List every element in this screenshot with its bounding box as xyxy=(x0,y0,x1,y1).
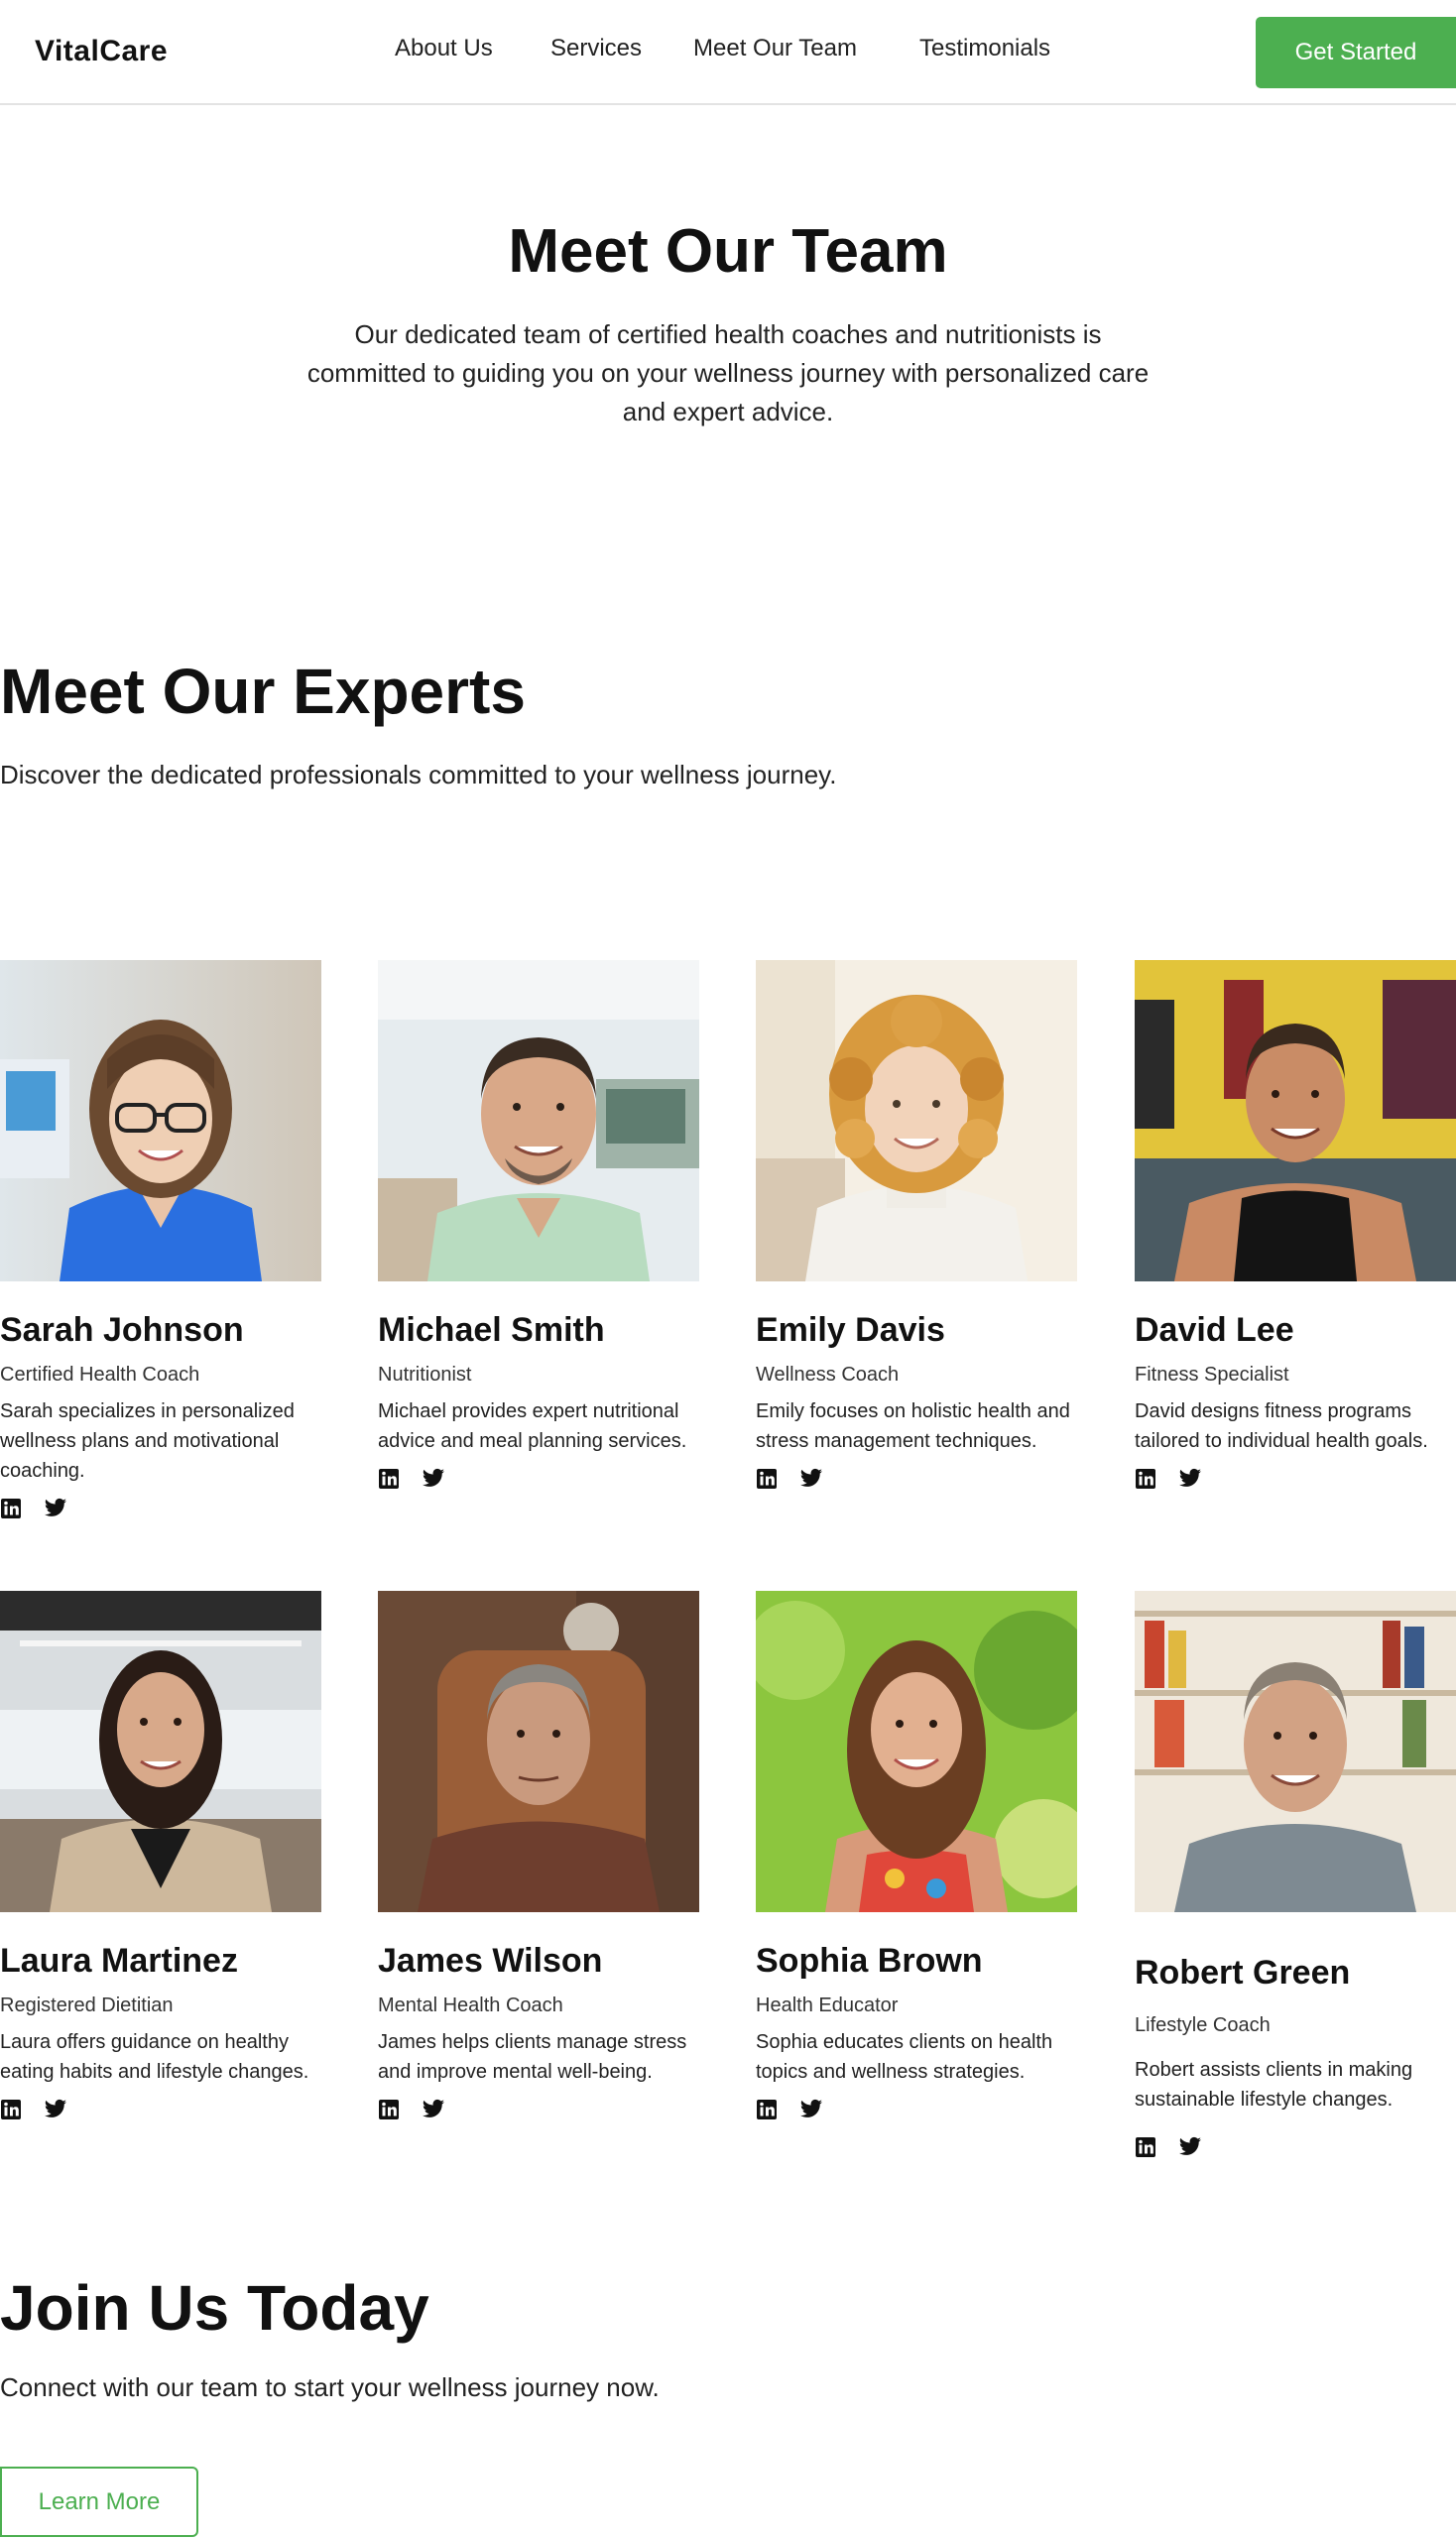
site-header: VitalCare About Us Services Meet Our Tea… xyxy=(0,0,1456,105)
member-name: Robert Green xyxy=(1135,1954,1351,1992)
experts-title: Meet Our Experts xyxy=(0,656,526,727)
social-links xyxy=(756,1468,1077,1492)
hero-subtitle: Our dedicated team of certified health c… xyxy=(306,319,1150,426)
man-bookshelf-photo xyxy=(1135,1591,1456,1912)
team-card: Emily Davis Wellness Coach Emily focuses… xyxy=(756,960,1077,1492)
linkedin-icon[interactable] xyxy=(378,1468,402,1492)
linkedin-icon[interactable] xyxy=(1135,2136,1158,2160)
member-bio: Emily focuses on holistic health and str… xyxy=(756,1400,1070,1452)
social-links xyxy=(1135,2136,1456,2160)
page: VitalCare About Us Services Meet Our Tea… xyxy=(0,0,1456,2539)
nav-link-meet-our-team[interactable]: Meet Our Team xyxy=(693,35,857,62)
member-role: Certified Health Coach xyxy=(0,1364,200,1386)
linkedin-icon[interactable] xyxy=(0,1498,24,1521)
brand-logo[interactable]: VitalCare xyxy=(35,35,168,68)
member-bio: Laura offers guidance on healthy eating … xyxy=(0,2031,309,2083)
twitter-icon[interactable] xyxy=(44,2099,67,2122)
twitter-icon[interactable] xyxy=(422,1468,445,1492)
team-card: Robert Green Lifestyle Coach Robert assi… xyxy=(1135,1591,1456,2160)
member-bio: David designs fitness programs tailored … xyxy=(1135,1400,1428,1452)
member-bio: Sophia educates clients on health topics… xyxy=(756,2031,1053,2083)
linkedin-icon[interactable] xyxy=(378,2099,402,2122)
team-card: Michael Smith Nutritionist Michael provi… xyxy=(378,960,699,1492)
member-role: Lifestyle Coach xyxy=(1135,2014,1271,2036)
member-role: Mental Health Coach xyxy=(378,1995,563,2016)
member-bio: Michael provides expert nutritional advi… xyxy=(378,1400,687,1452)
twitter-icon[interactable] xyxy=(422,2099,445,2122)
nav-link-testimonials[interactable]: Testimonials xyxy=(919,35,1050,62)
join-subtitle: Connect with our team to start your well… xyxy=(0,2372,660,2402)
nav-link-services[interactable]: Services xyxy=(550,35,642,62)
experts-subtitle: Discover the dedicated professionals com… xyxy=(0,760,837,789)
member-name: Michael Smith xyxy=(378,1311,605,1349)
learn-more-button[interactable]: Learn More xyxy=(0,2467,198,2537)
member-role: Health Educator xyxy=(756,1995,899,2016)
social-links xyxy=(0,2099,321,2122)
member-name: Emily Davis xyxy=(756,1311,945,1349)
smiling-man-office-photo xyxy=(378,960,699,1281)
social-links xyxy=(0,1498,321,1521)
team-card: David Lee Fitness Specialist David desig… xyxy=(1135,960,1456,1492)
linkedin-icon[interactable] xyxy=(0,2099,24,2122)
social-links xyxy=(1135,1468,1456,1492)
twitter-icon[interactable] xyxy=(799,2099,823,2122)
member-name: Sophia Brown xyxy=(756,1942,983,1980)
social-links xyxy=(756,2099,1077,2122)
team-card: James Wilson Mental Health Coach James h… xyxy=(378,1591,699,2122)
member-bio: Sarah specializes in personalized wellne… xyxy=(0,1400,295,1482)
join-title: Join Us Today xyxy=(0,2272,429,2344)
linkedin-icon[interactable] xyxy=(756,1468,780,1492)
linkedin-icon[interactable] xyxy=(1135,1468,1158,1492)
member-bio: James helps clients manage stress and im… xyxy=(378,2031,687,2083)
nav-link-about-us[interactable]: About Us xyxy=(395,35,493,62)
hero-title: Meet Our Team xyxy=(508,217,948,286)
member-name: James Wilson xyxy=(378,1942,603,1980)
twitter-icon[interactable] xyxy=(1178,1468,1202,1492)
member-role: Registered Dietitian xyxy=(0,1995,174,2016)
get-started-button[interactable]: Get Started xyxy=(1256,17,1456,88)
member-role: Wellness Coach xyxy=(756,1364,900,1386)
twitter-icon[interactable] xyxy=(799,1468,823,1492)
man-in-gym-photo xyxy=(1135,960,1456,1281)
member-name: Laura Martinez xyxy=(0,1942,238,1980)
team-card: Sophia Brown Health Educator Sophia educ… xyxy=(756,1591,1077,2122)
member-name: Sarah Johnson xyxy=(0,1311,244,1349)
team-card: Sarah Johnson Certified Health Coach Sar… xyxy=(0,960,321,1521)
twitter-icon[interactable] xyxy=(44,1498,67,1521)
woman-outdoors-photo xyxy=(756,1591,1077,1912)
older-man-armchair-photo xyxy=(378,1591,699,1912)
social-links xyxy=(378,1468,699,1492)
member-role: Nutritionist xyxy=(378,1364,472,1386)
member-role: Fitness Specialist xyxy=(1135,1364,1289,1386)
social-links xyxy=(378,2099,699,2122)
woman-with-glasses-photo xyxy=(0,960,321,1281)
linkedin-icon[interactable] xyxy=(756,2099,780,2122)
member-bio: Robert assists clients in making sustain… xyxy=(1135,2059,1413,2111)
woman-in-blazer-photo xyxy=(0,1591,321,1912)
team-card: Laura Martinez Registered Dietitian Laur… xyxy=(0,1591,321,2122)
member-name: David Lee xyxy=(1135,1311,1294,1349)
twitter-icon[interactable] xyxy=(1178,2136,1202,2160)
curly-haired-woman-photo xyxy=(756,960,1077,1281)
